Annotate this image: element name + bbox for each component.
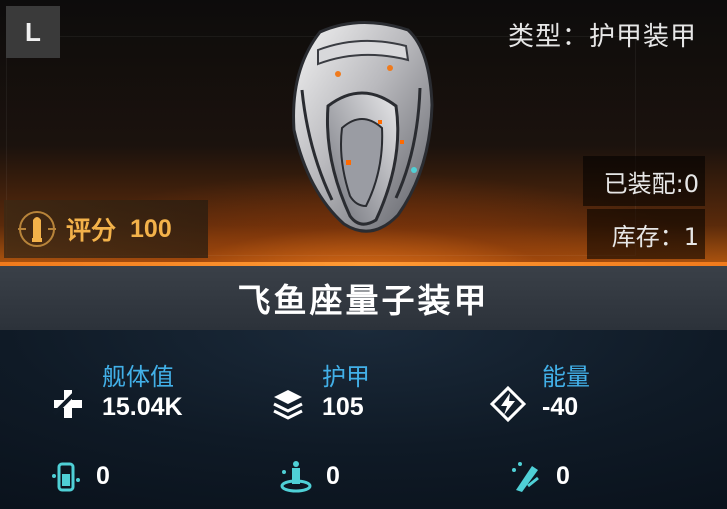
sub-stat-weapon: 0 (506, 456, 570, 496)
ammo-rank-icon (18, 211, 56, 247)
stat-hull-value: 15.04K (102, 393, 183, 421)
item-name: 飞鱼座量子装甲 (237, 281, 490, 320)
stat-energy: 能量 -40 (488, 362, 590, 424)
stat-energy-value: -40 (542, 393, 579, 421)
sub-stat-platform: 0 (276, 456, 340, 496)
sub-stat-weapon-value: 0 (556, 461, 570, 490)
weapon-icon (512, 462, 539, 492)
stat-armor-value: 105 (322, 393, 364, 421)
armor-layers-icon (273, 390, 303, 420)
stats-panel: 舰体值 15.04K 护甲 105 能量 -40 0 0 0 (0, 330, 727, 509)
stat-hull: 舰体值 15.04K (48, 362, 183, 424)
sub-stat-personnel-value: 0 (96, 461, 110, 490)
personnel-icon (52, 462, 80, 492)
score-value: 100 (130, 214, 172, 243)
energy-bolt-icon (489, 385, 527, 423)
item-name-bar: 飞鱼座量子装甲 (0, 266, 727, 330)
score-badge: 评分 100 (4, 200, 208, 258)
score-label: 评分 (66, 216, 117, 245)
grade-badge: L (6, 6, 60, 58)
stat-energy-label: 能量 (542, 363, 590, 391)
item-detail-card: L 类型：护甲装甲 已装配:0 库存：1 评分 100 飞鱼座量子装甲 舰体值 … (0, 0, 727, 509)
sub-stat-personnel: 0 (46, 456, 110, 496)
item-showcase: L 类型：护甲装甲 已装配:0 库存：1 评分 100 (0, 0, 727, 265)
equipped-count: 已装配:0 (583, 156, 705, 206)
armor-module-icon (292, 21, 434, 233)
stock-count: 库存：1 (587, 209, 705, 259)
item-type-label: 类型：护甲装甲 (507, 22, 697, 52)
stat-armor: 护甲 105 (268, 362, 370, 424)
sub-stat-platform-value: 0 (326, 461, 340, 490)
hull-cross-icon (52, 388, 82, 418)
stat-armor-label: 护甲 (322, 363, 370, 391)
stat-hull-label: 舰体值 (102, 363, 174, 391)
platform-icon (280, 461, 312, 493)
